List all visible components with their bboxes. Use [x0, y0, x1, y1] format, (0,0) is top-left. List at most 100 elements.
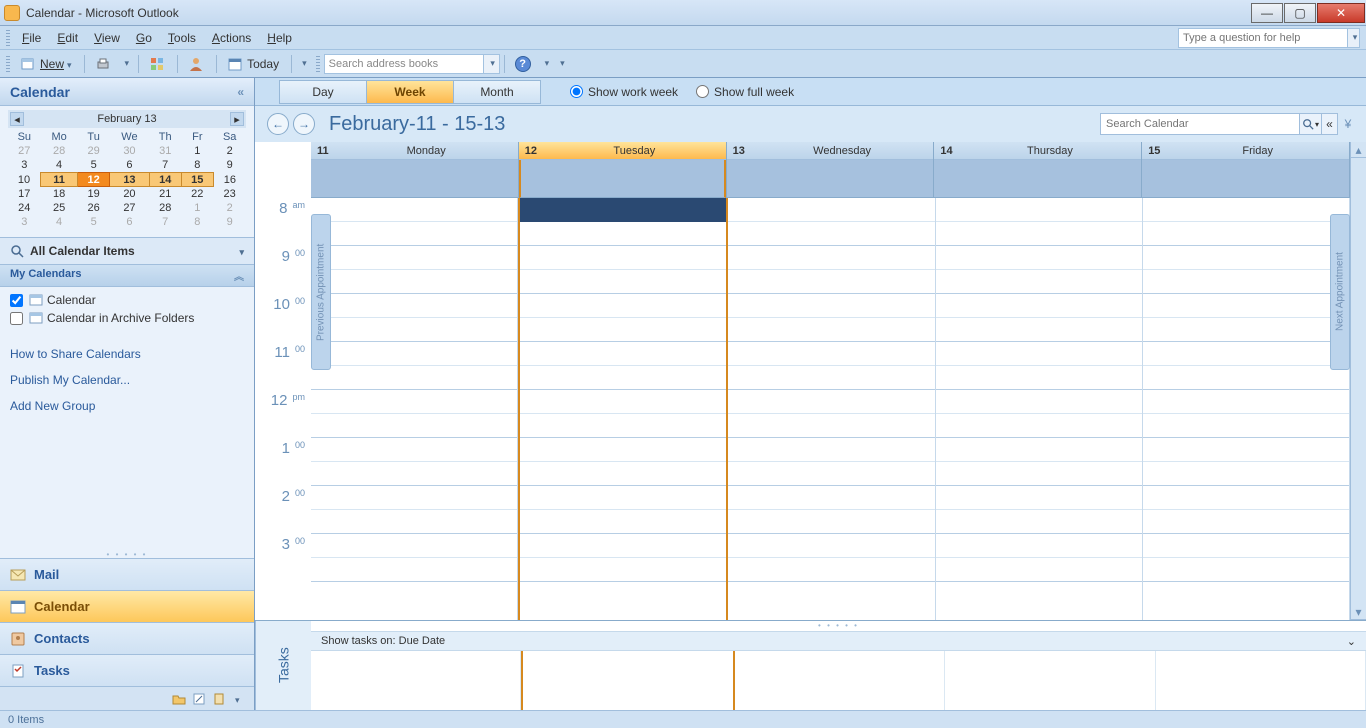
scroll-down-button[interactable]: ▾ [1351, 604, 1366, 620]
minical-day[interactable]: 3 [8, 158, 41, 173]
minical-day[interactable]: 1 [181, 144, 213, 158]
menu-help[interactable]: Help [259, 28, 300, 48]
next-month-button[interactable]: ▸ [230, 112, 244, 126]
journal-icon[interactable] [212, 692, 226, 706]
task-day-column[interactable] [311, 651, 521, 710]
mini-calendar[interactable]: ◂ February 13 ▸ SuMoTuWeThFrSa2728293031… [0, 106, 254, 237]
minical-day[interactable]: 19 [78, 187, 110, 202]
minical-day[interactable]: 18 [41, 187, 78, 202]
minical-day[interactable]: 22 [181, 187, 213, 202]
prev-appointment-tab[interactable]: Previous Appointment [311, 214, 331, 370]
chevron-down-icon[interactable]: ⌄ [1347, 635, 1356, 648]
minical-day[interactable]: 23 [213, 187, 246, 202]
calendar-list-item[interactable]: Calendar [10, 291, 244, 309]
minical-day[interactable]: 29 [78, 144, 110, 158]
day-column[interactable] [518, 198, 728, 620]
day-column[interactable] [728, 198, 935, 620]
nav-calendar[interactable]: Calendar [0, 590, 254, 622]
calendar-list-item[interactable]: Calendar in Archive Folders [10, 309, 244, 327]
scroll-up-button[interactable]: ▴ [1351, 142, 1366, 158]
my-calendars-header[interactable]: My Calendars ︽ [0, 264, 254, 287]
minical-day[interactable]: 15 [181, 173, 213, 187]
prev-month-button[interactable]: ◂ [10, 112, 24, 126]
print-button[interactable] [89, 53, 117, 75]
minimize-button[interactable]: — [1251, 3, 1283, 23]
minical-day[interactable]: 24 [8, 201, 41, 215]
minical-day[interactable]: 2 [213, 201, 246, 215]
minical-day[interactable]: 20 [110, 187, 150, 202]
toolbar-overflow[interactable] [554, 53, 568, 75]
minical-day[interactable]: 14 [149, 173, 181, 187]
view-tab-day[interactable]: Day [279, 80, 367, 104]
minical-day[interactable]: 8 [181, 215, 213, 229]
menu-actions[interactable]: Actions [204, 28, 259, 48]
next-appointment-tab[interactable]: Next Appointment [1330, 214, 1350, 370]
day-column[interactable] [1143, 198, 1350, 620]
minical-day[interactable]: 6 [110, 215, 150, 229]
minical-day[interactable]: 21 [149, 187, 181, 202]
help-dropdown[interactable] [539, 53, 553, 75]
menu-go[interactable]: Go [128, 28, 160, 48]
new-button[interactable]: New [14, 53, 78, 75]
nav-tasks[interactable]: Tasks [0, 654, 254, 686]
day-header[interactable]: 12Tuesday [519, 142, 727, 198]
help-button[interactable]: ? [509, 53, 537, 75]
sidebar-link[interactable]: How to Share Calendars [10, 341, 244, 367]
minical-day[interactable]: 28 [41, 144, 78, 158]
minical-day[interactable]: 30 [110, 144, 150, 158]
selected-slot[interactable] [520, 198, 726, 222]
minical-day[interactable]: 2 [213, 144, 246, 158]
day-header[interactable]: 11Monday [311, 142, 519, 198]
folder-icon[interactable] [172, 692, 186, 706]
close-button[interactable]: ✕ [1317, 3, 1365, 23]
day-header[interactable]: 13Wednesday [727, 142, 935, 198]
address-search-input[interactable]: Search address books [324, 54, 484, 74]
minical-day[interactable]: 3 [8, 215, 41, 229]
minical-day[interactable]: 4 [41, 158, 78, 173]
tasks-header[interactable]: Show tasks on: Due Date ⌄ [311, 631, 1366, 651]
view-tab-month[interactable]: Month [453, 80, 541, 104]
minical-day[interactable]: 9 [213, 158, 246, 173]
minical-day[interactable]: 25 [41, 201, 78, 215]
address-search-dropdown[interactable] [484, 54, 500, 74]
view-tab-week[interactable]: Week [366, 80, 454, 104]
minical-day[interactable]: 7 [149, 215, 181, 229]
nav-contacts[interactable]: Contacts [0, 622, 254, 654]
menu-file[interactable]: File [14, 28, 49, 48]
show-work-week-radio[interactable]: Show work week [570, 85, 678, 99]
help-search-input[interactable] [1178, 28, 1348, 48]
permissions-button[interactable] [182, 53, 210, 75]
expand-chevron[interactable]: ¥ [1342, 117, 1354, 131]
minical-day[interactable]: 16 [213, 173, 246, 187]
print-dropdown[interactable] [119, 53, 133, 75]
day-header[interactable]: 14Thursday [934, 142, 1142, 198]
minical-day[interactable]: 10 [8, 173, 41, 187]
day-header[interactable]: 15Friday [1142, 142, 1350, 198]
calendar-search-input[interactable] [1100, 113, 1300, 135]
sidebar-link[interactable]: Publish My Calendar... [10, 367, 244, 393]
prev-week-button[interactable]: ← [267, 113, 289, 135]
minical-day[interactable]: 6 [110, 158, 150, 173]
menu-edit[interactable]: Edit [49, 28, 86, 48]
minical-day[interactable]: 28 [149, 201, 181, 215]
categorize-button[interactable] [143, 53, 171, 75]
collapse-sidebar-button[interactable]: « [237, 85, 244, 99]
today-button[interactable]: Today [221, 53, 285, 75]
calendar-grid[interactable]: 11Monday12Tuesday13Wednesday14Thursday15… [255, 142, 1366, 620]
shortcuts-icon[interactable] [192, 692, 206, 706]
minical-day[interactable]: 7 [149, 158, 181, 173]
minical-day[interactable]: 4 [41, 215, 78, 229]
menu-view[interactable]: View [86, 28, 128, 48]
maximize-button[interactable]: ▢ [1284, 3, 1316, 23]
minical-day[interactable]: 13 [110, 173, 150, 187]
minical-day[interactable]: 11 [41, 173, 78, 187]
calendar-search-expand[interactable]: « [1322, 113, 1338, 135]
minical-day[interactable]: 8 [181, 158, 213, 173]
calendar-checkbox[interactable] [10, 294, 23, 307]
task-day-column[interactable] [735, 651, 945, 710]
calendar-search-button[interactable]: ▾ [1300, 113, 1322, 135]
minical-day[interactable]: 5 [78, 215, 110, 229]
task-day-column[interactable] [521, 651, 734, 710]
minical-day[interactable]: 26 [78, 201, 110, 215]
calendar-checkbox[interactable] [10, 312, 23, 325]
